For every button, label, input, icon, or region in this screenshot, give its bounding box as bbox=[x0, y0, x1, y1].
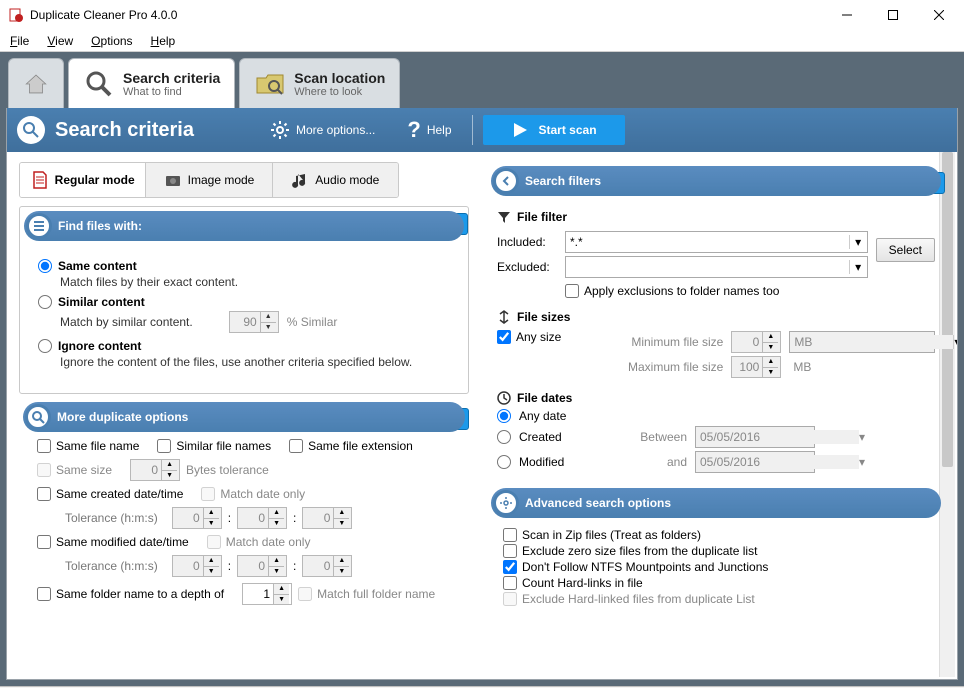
folder-depth-spinner[interactable]: ▲▼ bbox=[242, 583, 292, 605]
radio-any-date[interactable] bbox=[497, 409, 511, 423]
radio-ignore-content[interactable]: Ignore content bbox=[38, 339, 450, 353]
chk-exclude-hardlinks[interactable]: Exclude Hard-linked files from duplicate… bbox=[503, 592, 755, 606]
more-options-button[interactable]: More options... bbox=[254, 120, 391, 140]
chk-same-folder[interactable]: Same folder name to a depth of bbox=[37, 587, 224, 601]
chk-same-modified[interactable]: Same modified date/time bbox=[37, 535, 189, 549]
chk-same-file-name[interactable]: Same file name bbox=[37, 439, 139, 453]
page-icon bbox=[17, 116, 45, 144]
document-icon bbox=[31, 171, 49, 189]
date-from[interactable]: ▾ bbox=[695, 426, 815, 448]
maximize-button[interactable] bbox=[870, 1, 916, 29]
menu-view[interactable]: View bbox=[47, 34, 73, 48]
more-dup-title: More duplicate options bbox=[57, 410, 188, 424]
music-note-icon bbox=[291, 171, 309, 189]
start-scan-button[interactable]: Start scan bbox=[483, 115, 625, 145]
tab-scan-location[interactable]: Scan location Where to look bbox=[239, 58, 400, 108]
list-icon bbox=[26, 213, 52, 239]
size-tolerance-spinner[interactable]: ▲▼ bbox=[130, 459, 180, 481]
close-button[interactable] bbox=[916, 1, 962, 29]
chk-match-full-folder[interactable]: Match full folder name bbox=[298, 587, 435, 601]
radio-created[interactable] bbox=[497, 430, 511, 444]
chk-match-date-only-2[interactable]: Match date only bbox=[207, 535, 311, 549]
menu-file[interactable]: File bbox=[10, 34, 29, 48]
search-filters-title: Search filters bbox=[525, 174, 601, 188]
mode-audio[interactable]: Audio mode bbox=[273, 163, 398, 197]
radio-modified[interactable] bbox=[497, 455, 511, 469]
tol-h2[interactable]: ▲▼ bbox=[172, 555, 222, 577]
window-title: Duplicate Cleaner Pro 4.0.0 bbox=[30, 8, 824, 22]
chk-exclude-zero[interactable]: Exclude zero size files from the duplica… bbox=[503, 544, 757, 558]
menu-help[interactable]: Help bbox=[151, 34, 176, 48]
resize-icon bbox=[497, 310, 511, 324]
chevron-left-icon bbox=[493, 168, 519, 194]
search-icon bbox=[25, 404, 51, 430]
chk-apply-exclusions[interactable]: Apply exclusions to folder names too bbox=[565, 284, 779, 298]
tol-h1[interactable]: ▲▼ bbox=[172, 507, 222, 529]
radio-same-content[interactable]: Same content bbox=[38, 259, 450, 273]
chk-any-size[interactable]: Any size bbox=[497, 330, 561, 344]
mode-regular[interactable]: Regular mode bbox=[20, 163, 146, 197]
chk-same-created[interactable]: Same created date/time bbox=[37, 487, 183, 501]
tab-home[interactable] bbox=[8, 58, 64, 108]
tol-s2[interactable]: ▲▼ bbox=[302, 555, 352, 577]
app-icon bbox=[8, 7, 24, 23]
similar-percent-spinner[interactable]: ▲▼ bbox=[229, 311, 279, 333]
question-icon: ? bbox=[407, 117, 420, 143]
gear-icon bbox=[270, 120, 290, 140]
max-size-spinner[interactable]: ▲▼ bbox=[731, 356, 781, 378]
camera-icon bbox=[164, 171, 182, 189]
clock-icon bbox=[497, 391, 511, 405]
page-title: Search criteria bbox=[55, 119, 194, 142]
chk-count-hardlinks[interactable]: Count Hard-links in file bbox=[503, 576, 643, 590]
play-icon bbox=[511, 121, 529, 139]
excluded-combo[interactable]: ▾ bbox=[565, 256, 868, 278]
gear-icon bbox=[493, 490, 519, 516]
date-to[interactable]: ▾ bbox=[695, 451, 815, 473]
tol-s1[interactable]: ▲▼ bbox=[302, 507, 352, 529]
included-combo[interactable]: ▾ bbox=[565, 231, 868, 253]
chk-ntfs[interactable]: Don't Follow NTFS Mountpoints and Juncti… bbox=[503, 560, 768, 574]
chk-match-date-only-1[interactable]: Match date only bbox=[201, 487, 305, 501]
tol-m2[interactable]: ▲▼ bbox=[237, 555, 287, 577]
chk-same-size[interactable]: Same size bbox=[37, 463, 112, 477]
minimize-button[interactable] bbox=[824, 1, 870, 29]
chk-similar-file-names[interactable]: Similar file names bbox=[157, 439, 271, 453]
min-size-spinner[interactable]: ▲▼ bbox=[731, 331, 781, 353]
select-button[interactable]: Select bbox=[876, 238, 935, 262]
find-files-title: Find files with: bbox=[58, 219, 142, 233]
min-unit-combo[interactable]: ▾ bbox=[789, 331, 935, 353]
chk-same-extension[interactable]: Same file extension bbox=[289, 439, 413, 453]
radio-similar-content[interactable]: Similar content bbox=[38, 295, 450, 309]
advanced-title: Advanced search options bbox=[525, 496, 671, 510]
filter-icon bbox=[497, 210, 511, 224]
chk-scan-zip[interactable]: Scan in Zip files (Treat as folders) bbox=[503, 528, 701, 542]
help-button[interactable]: ? Help bbox=[391, 117, 467, 143]
mode-image[interactable]: Image mode bbox=[146, 163, 272, 197]
menu-options[interactable]: Options bbox=[91, 34, 132, 48]
tol-m1[interactable]: ▲▼ bbox=[237, 507, 287, 529]
tab-search-criteria[interactable]: Search criteria What to find bbox=[68, 58, 235, 108]
